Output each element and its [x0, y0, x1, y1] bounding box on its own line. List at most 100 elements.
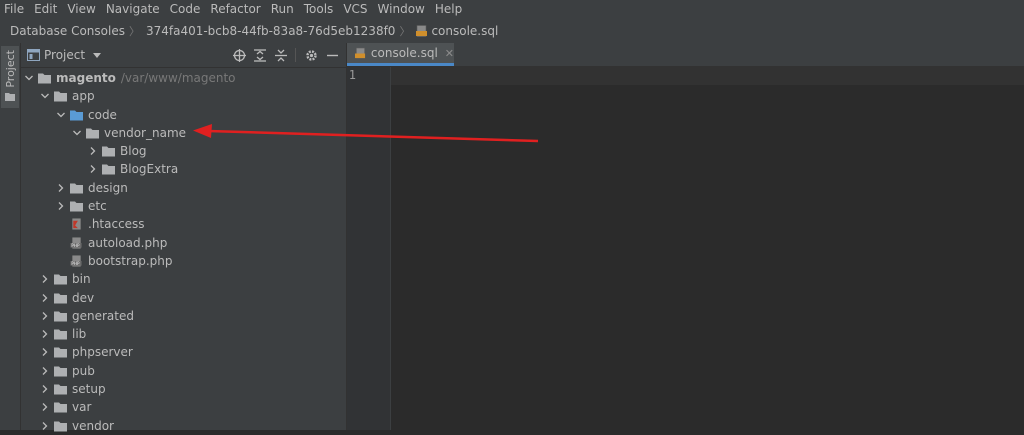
crosshair-icon [232, 48, 246, 62]
dropdown-triangle-icon[interactable] [93, 52, 102, 58]
settings-button[interactable] [301, 45, 321, 65]
tree-node-design[interactable]: design [21, 179, 346, 197]
menu-refactor[interactable]: Refactor [205, 0, 265, 19]
chevron-down-icon[interactable] [25, 74, 33, 82]
tree-node-label: vendor_name [104, 124, 186, 142]
expand-all-icon [254, 48, 266, 62]
tree-node-name: lib [72, 327, 87, 342]
editor-tab-console-sql[interactable]: console.sql ✕ [347, 43, 454, 66]
folder-icon [54, 329, 67, 340]
editor-area: console.sql ✕ 1 [347, 43, 1024, 430]
expand-all-button[interactable] [250, 45, 270, 65]
menu-view[interactable]: View [62, 0, 100, 19]
tree-node-generated[interactable]: generated [21, 307, 346, 325]
tree-node-app[interactable]: app [21, 87, 346, 105]
tree-node-code[interactable]: code [21, 106, 346, 124]
menu-vcs[interactable]: VCS [338, 0, 372, 19]
tree-node-label: magento/var/www/magento [56, 69, 236, 87]
folder-icon [54, 347, 67, 358]
hide-panel-button[interactable] [322, 45, 342, 65]
folder-icon [70, 201, 83, 212]
tree-node-label: .htaccess [88, 215, 145, 233]
breadcrumb-console-sql[interactable]: console.sql [431, 24, 498, 38]
folder-icon [54, 293, 67, 304]
tree-node-bootstrap-php[interactable]: PHP bootstrap.php [21, 252, 346, 270]
folder-icon [70, 183, 83, 194]
chevron-right-icon[interactable] [41, 403, 49, 412]
folder-blue-icon [70, 110, 83, 121]
tree-node-label: autoload.php [88, 234, 167, 252]
menu-help[interactable]: Help [430, 0, 467, 19]
menu-navigate[interactable]: Navigate [101, 0, 165, 19]
tree-node-blogextra[interactable]: BlogExtra [21, 160, 346, 178]
menu-window[interactable]: Window [373, 0, 430, 19]
menu-run[interactable]: Run [266, 0, 299, 19]
tree-node-magento[interactable]: magento/var/www/magento [21, 69, 346, 87]
tree-node-setup[interactable]: setup [21, 380, 346, 398]
chevron-right-icon[interactable] [41, 421, 49, 430]
tree-node-vendor[interactable]: vendor [21, 417, 346, 435]
chevron-right-icon[interactable] [41, 275, 49, 284]
breadcrumb-console-id[interactable]: 374fa401-bcb8-44fb-83a8-76d5eb1238f0 [140, 24, 395, 38]
tree-node-lib[interactable]: lib [21, 325, 346, 343]
chevron-right-icon[interactable] [89, 165, 97, 174]
tree-node-vendor-name[interactable]: vendor_name [21, 124, 346, 142]
project-panel-title[interactable]: Project [44, 48, 85, 62]
tree-node-label: setup [72, 380, 106, 398]
tree-node-name: phpserver [72, 345, 133, 360]
folder-icon [54, 311, 67, 322]
tree-node-htaccess[interactable]: .htaccess [21, 215, 346, 233]
breadcrumb-database-consoles[interactable]: Database Consoles [0, 24, 125, 38]
tree-node-etc[interactable]: etc [21, 197, 346, 215]
close-icon[interactable]: ✕ [445, 47, 454, 60]
chevron-right-icon[interactable] [41, 311, 49, 320]
tree-node-label: bin [72, 270, 91, 288]
chevron-down-icon[interactable] [73, 129, 81, 137]
tree-node-name: magento [56, 71, 116, 85]
chevron-right-icon[interactable] [41, 330, 49, 339]
tree-node-phpserver[interactable]: phpserver [21, 343, 346, 361]
collapse-all-button[interactable] [271, 45, 291, 65]
menu-bar: File Edit View Navigate Code Refactor Run Tools… [0, 0, 1024, 19]
tree-node-blog[interactable]: Blog [21, 142, 346, 160]
tree-node-label: app [72, 87, 95, 105]
folder-icon [54, 402, 67, 413]
tree-node-name: BlogExtra [120, 162, 179, 177]
project-panel-toolbar [228, 43, 342, 67]
current-line-highlight [391, 67, 1024, 85]
editor-gutter: 1 [347, 67, 391, 430]
chevron-right-icon[interactable] [41, 366, 49, 375]
tree-node-label: bootstrap.php [88, 252, 173, 270]
tree-node-name: .htaccess [88, 217, 145, 232]
chevron-right-icon[interactable] [41, 293, 49, 302]
tree-node-label: Blog [120, 142, 147, 160]
tree-node-bin[interactable]: bin [21, 270, 346, 288]
menu-file[interactable]: File [0, 0, 29, 19]
chevron-right-icon[interactable] [57, 183, 65, 192]
tree-node-label: dev [72, 289, 94, 307]
tree-node-label: BlogExtra [120, 160, 178, 178]
menu-edit[interactable]: Edit [29, 0, 62, 19]
chevron-right-icon[interactable] [41, 348, 49, 357]
chevron-down-icon[interactable] [41, 92, 49, 100]
tree-node-var[interactable]: var [21, 398, 346, 416]
chevron-right-icon[interactable] [41, 385, 49, 394]
tree-node-dev[interactable]: dev [21, 289, 346, 307]
tree-node-name: code [88, 107, 117, 122]
project-tool-window-button[interactable]: Project [1, 46, 19, 108]
tree-node-pub[interactable]: pub [21, 362, 346, 380]
locate-file-button[interactable] [229, 45, 249, 65]
toolbar-divider [295, 48, 296, 62]
menu-code[interactable]: Code [165, 0, 206, 19]
chevron-right-icon[interactable] [57, 202, 65, 211]
minimize-icon [326, 54, 338, 56]
chevron-right-icon[interactable] [89, 147, 97, 156]
tree-node-label: var [72, 398, 91, 416]
svg-text:PHP: PHP [71, 261, 80, 266]
collapse-all-icon [275, 49, 287, 61]
tree-node-name: bin [72, 272, 91, 287]
chevron-down-icon[interactable] [57, 111, 65, 119]
menu-tools[interactable]: Tools [299, 0, 339, 19]
gear-icon [305, 49, 317, 61]
tree-node-autoload-php[interactable]: PHP autoload.php [21, 234, 346, 252]
